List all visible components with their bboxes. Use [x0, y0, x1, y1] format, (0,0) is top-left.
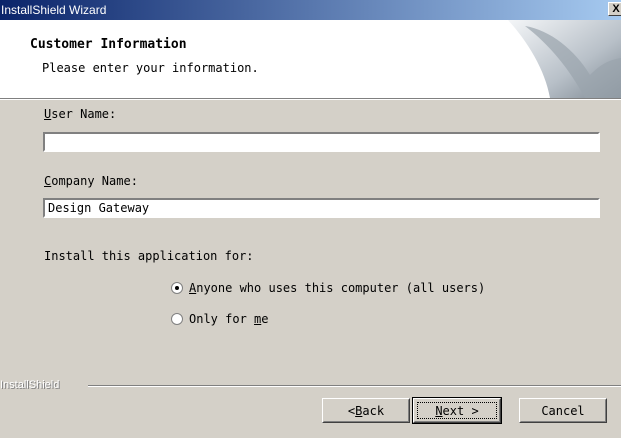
- back-button[interactable]: < Back: [322, 398, 410, 423]
- brand-label: InstallShield: [0, 379, 63, 391]
- installshield-window: InstallShield Wizard X Customer Informat…: [0, 0, 621, 438]
- page-title: Customer Information: [30, 37, 187, 52]
- header-separator: [0, 98, 621, 100]
- user-name-label: User Name:: [44, 107, 117, 121]
- header-panel: Customer Information Please enter your i…: [0, 20, 621, 98]
- radio-all-users[interactable]: Anyone who uses this computer (all users…: [171, 281, 485, 295]
- branding-divider: [88, 385, 621, 387]
- company-name-input[interactable]: [43, 198, 600, 218]
- focus-rectangle: [417, 402, 497, 419]
- radio-button-unselected[interactable]: [171, 313, 183, 325]
- install-for-label: Install this application for:: [44, 249, 254, 263]
- radio-only-me-label: Only for me: [189, 312, 269, 326]
- close-button[interactable]: X: [608, 2, 621, 16]
- company-name-label: Company Name:: [44, 174, 138, 188]
- radio-button-selected[interactable]: [171, 282, 183, 294]
- installshield-branding: InstallShield: [0, 379, 621, 393]
- header-graphic-icon: [508, 20, 621, 98]
- radio-only-me[interactable]: Only for me: [171, 312, 269, 326]
- cancel-button[interactable]: Cancel: [519, 398, 607, 423]
- user-name-input[interactable]: [43, 132, 600, 152]
- close-icon: X: [612, 3, 620, 15]
- page-subtitle: Please enter your information.: [42, 61, 259, 75]
- window-title: InstallShield Wizard: [1, 3, 107, 17]
- next-button[interactable]: Next >: [412, 397, 502, 424]
- radio-all-users-label: Anyone who uses this computer (all users…: [189, 281, 486, 295]
- title-bar[interactable]: InstallShield Wizard X: [0, 0, 621, 20]
